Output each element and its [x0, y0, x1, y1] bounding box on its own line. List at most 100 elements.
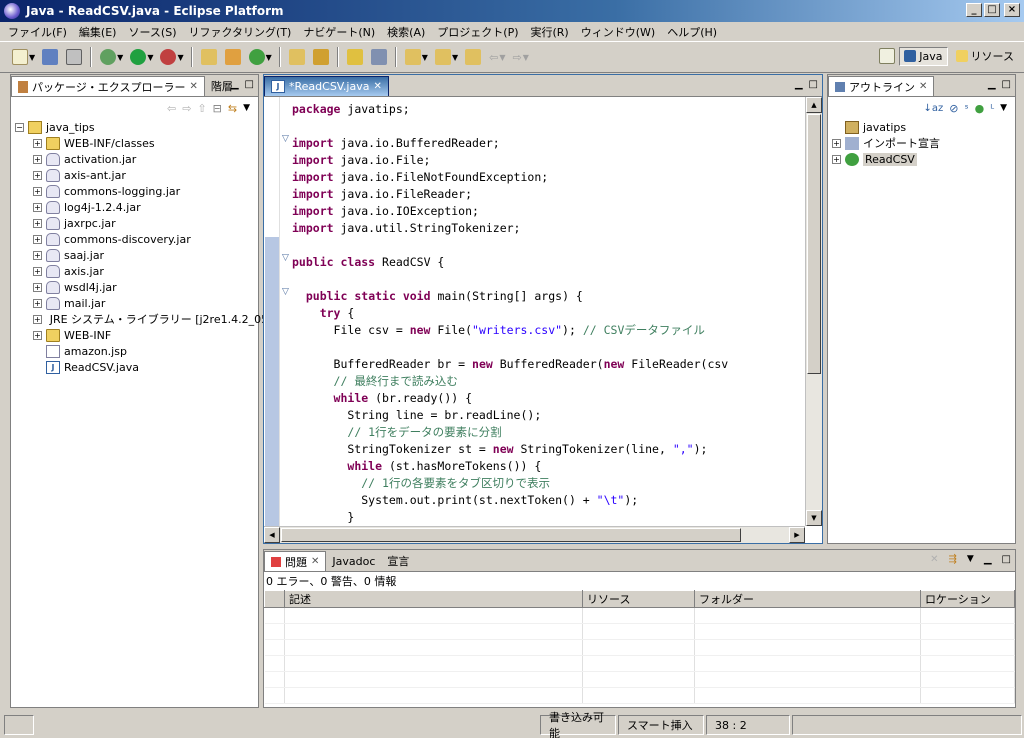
- vertical-scroll-thumb[interactable]: [807, 114, 821, 374]
- filter-icon[interactable]: ⇶: [949, 554, 957, 565]
- tab-readcsv-java[interactable]: J *ReadCSV.java ✕: [264, 76, 389, 96]
- expand-icon[interactable]: +: [33, 218, 42, 228]
- previous-annotation-icon[interactable]: [434, 49, 451, 65]
- run-icon[interactable]: [130, 49, 147, 65]
- new-dropdown-icon[interactable]: ▼: [29, 53, 35, 62]
- back-dropdown-icon[interactable]: ▼: [499, 53, 505, 62]
- menu-edit[interactable]: 編集(E): [73, 24, 123, 40]
- minimize-view-icon[interactable]: ▁: [984, 554, 992, 565]
- column-header-severity[interactable]: [264, 590, 285, 608]
- expand-icon[interactable]: +: [33, 314, 42, 324]
- external-tools-icon[interactable]: [160, 49, 177, 65]
- expand-icon[interactable]: +: [33, 154, 42, 164]
- debug-dropdown-icon[interactable]: ▼: [117, 53, 123, 62]
- status-fastview[interactable]: [4, 715, 34, 735]
- show-source-icon[interactable]: [370, 49, 387, 65]
- search-icon[interactable]: [312, 49, 329, 65]
- fold-icon[interactable]: ▽: [282, 287, 289, 297]
- menu-refactor[interactable]: リファクタリング(T): [182, 24, 297, 40]
- external-tools-dropdown-icon[interactable]: ▼: [177, 53, 183, 62]
- maximize-view-icon[interactable]: □: [1002, 554, 1011, 565]
- tree-item[interactable]: + WEB-INF/classes: [15, 135, 258, 151]
- fold-icon[interactable]: ▽: [282, 134, 289, 144]
- scroll-right-icon[interactable]: ▶: [789, 527, 805, 543]
- hide-static-icon[interactable]: ˢ: [965, 102, 969, 115]
- debug-icon[interactable]: [100, 49, 117, 65]
- tab-outline[interactable]: アウトライン ✕: [828, 76, 935, 96]
- expand-icon[interactable]: +: [33, 266, 42, 276]
- expand-icon[interactable]: +: [832, 138, 841, 148]
- expand-icon[interactable]: +: [33, 234, 42, 244]
- hide-local-types-icon[interactable]: ᴸ: [990, 102, 994, 115]
- menu-search[interactable]: 検索(A): [381, 24, 431, 40]
- close-icon[interactable]: ✕: [311, 556, 319, 567]
- outline-item-imports[interactable]: + インポート宣言: [832, 135, 1015, 151]
- view-menu-icon[interactable]: ▼: [243, 103, 250, 113]
- new-icon[interactable]: [12, 49, 28, 65]
- link-with-editor-icon[interactable]: ⇆: [228, 102, 237, 115]
- menu-help[interactable]: ヘルプ(H): [661, 24, 723, 40]
- menu-project[interactable]: プロジェクト(P): [431, 24, 524, 40]
- expand-icon[interactable]: +: [33, 250, 42, 260]
- tree-item[interactable]: amazon.jsp: [15, 343, 258, 359]
- next-annotation-dropdown-icon[interactable]: ▼: [422, 53, 428, 62]
- last-edit-location-icon[interactable]: [465, 49, 482, 65]
- close-button[interactable]: ×: [1004, 3, 1020, 17]
- mark-occurrences-icon[interactable]: [346, 49, 363, 65]
- close-icon[interactable]: ✕: [373, 81, 381, 92]
- open-type-icon[interactable]: [288, 49, 305, 65]
- forward-arrow-icon[interactable]: ⇨: [512, 51, 521, 64]
- tree-project-row[interactable]: − java_tips: [15, 119, 258, 135]
- menu-run[interactable]: 実行(R): [525, 24, 575, 40]
- java-perspective-button[interactable]: Java: [899, 46, 948, 66]
- minimize-button[interactable]: _: [966, 3, 982, 17]
- tree-item[interactable]: + jaxrpc.jar: [15, 215, 258, 231]
- horizontal-scrollbar[interactable]: ◀ ▶: [264, 526, 805, 543]
- tab-package-explorer[interactable]: パッケージ・エクスプローラー ✕: [11, 76, 205, 96]
- new-java-element-icon[interactable]: [248, 49, 265, 65]
- source-code[interactable]: package javatips; import java.io.Buffere…: [292, 101, 804, 526]
- tree-item[interactable]: + mail.jar: [15, 295, 258, 311]
- menu-source[interactable]: ソース(S): [122, 24, 182, 40]
- new-class-icon[interactable]: [224, 49, 241, 65]
- new-element-dropdown-icon[interactable]: ▼: [266, 53, 272, 62]
- delete-icon[interactable]: ✕: [930, 554, 938, 565]
- tab-declaration[interactable]: 宣言: [381, 551, 415, 571]
- expand-icon[interactable]: +: [33, 138, 42, 148]
- expand-icon[interactable]: +: [33, 330, 42, 340]
- tree-item[interactable]: + commons-discovery.jar: [15, 231, 258, 247]
- tree-item[interactable]: + saaj.jar: [15, 247, 258, 263]
- tree-item[interactable]: + axis-ant.jar: [15, 167, 258, 183]
- new-package-icon[interactable]: [200, 49, 217, 65]
- outline-item-class[interactable]: + ReadCSV: [832, 151, 1015, 167]
- tree-item[interactable]: + wsdl4j.jar: [15, 279, 258, 295]
- expand-icon[interactable]: +: [33, 282, 42, 292]
- tree-item[interactable]: + WEB-INF: [15, 327, 258, 343]
- expand-icon[interactable]: +: [33, 298, 42, 308]
- minimize-view-icon[interactable]: ▁: [795, 79, 803, 90]
- tree-item[interactable]: J ReadCSV.java: [15, 359, 258, 375]
- maximize-button[interactable]: □: [984, 3, 1000, 17]
- expand-icon[interactable]: +: [33, 170, 42, 180]
- open-perspective-icon[interactable]: [879, 48, 896, 64]
- expand-icon[interactable]: +: [832, 154, 841, 164]
- back-icon[interactable]: ⇦: [167, 102, 176, 115]
- tree-item[interactable]: + JRE システム・ライブラリー [j2re1.4.2_05: [15, 311, 268, 327]
- expand-icon[interactable]: +: [33, 186, 42, 196]
- tab-javadoc[interactable]: Javadoc: [326, 551, 381, 571]
- expand-icon[interactable]: +: [33, 202, 42, 212]
- menu-file[interactable]: ファイル(F): [2, 24, 73, 40]
- column-header-description[interactable]: 記述: [284, 590, 583, 608]
- maximize-view-icon[interactable]: □: [1002, 79, 1011, 90]
- column-header-resource[interactable]: リソース: [582, 590, 695, 608]
- previous-annotation-dropdown-icon[interactable]: ▼: [452, 53, 458, 62]
- up-icon[interactable]: ⇧: [197, 102, 206, 115]
- column-header-folder[interactable]: フォルダー: [694, 590, 921, 608]
- hide-fields-icon[interactable]: ⊘: [949, 102, 958, 115]
- forward-dropdown-icon[interactable]: ▼: [523, 53, 529, 62]
- menu-window[interactable]: ウィンドウ(W): [575, 24, 661, 40]
- scroll-down-icon[interactable]: ▼: [806, 510, 822, 526]
- column-header-location[interactable]: ロケーション: [920, 590, 1015, 608]
- maximize-view-icon[interactable]: □: [245, 79, 254, 90]
- close-icon[interactable]: ✕: [919, 81, 927, 92]
